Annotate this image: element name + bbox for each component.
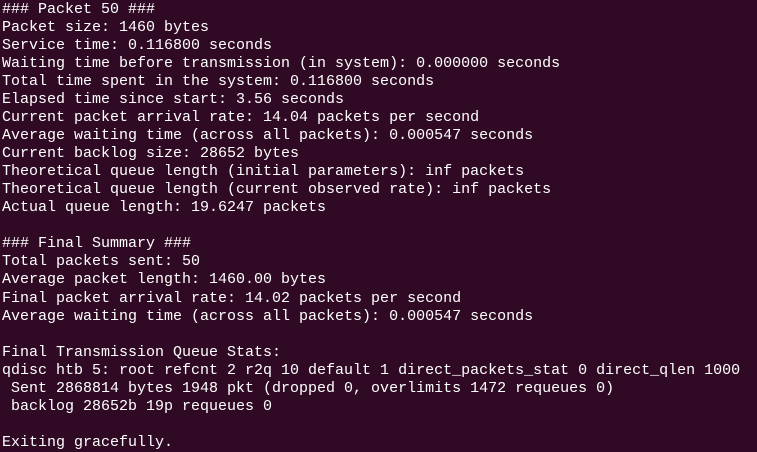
terminal-line: Exiting gracefully. [2,433,174,451]
terminal-line: Sent 2868814 bytes 1948 pkt (dropped 0, … [2,379,615,397]
terminal-line: Current packet arrival rate: 14.04 packe… [2,109,480,127]
terminal-line: Actual queue length: 19.6247 packets [2,199,327,217]
terminal-line: Packet size: 1460 bytes [2,19,210,37]
terminal-line: Service time: 0.116800 seconds [2,37,273,55]
terminal-line: Final packet arrival rate: 14.02 packets… [2,289,462,307]
terminal-line: Theoretical queue length (initial parame… [2,163,525,181]
terminal-line: Waiting time before transmission (in sys… [2,55,561,73]
terminal-line: ### Final Summary ### [2,235,192,253]
terminal-line: Total packets sent: 50 [2,253,201,271]
terminal-line: Average waiting time (across all packets… [2,127,534,145]
terminal-line: Average packet length: 1460.00 bytes [2,271,327,289]
terminal-line: Current backlog size: 28652 bytes [2,145,300,163]
terminal-line: qdisc htb 5: root refcnt 2 r2q 10 defaul… [2,361,741,379]
terminal-line: Theoretical queue length (current observ… [2,181,552,199]
terminal-output: ### Packet 50 ### Packet size: 1460 bytes… [0,0,757,452]
terminal-line: backlog 28652b 19p requeues 0 [2,397,273,415]
terminal-line: Elapsed time since start: 3.56 seconds [2,91,345,109]
terminal-line: Final Transmission Queue Stats: [2,343,282,361]
terminal-line: Total time spent in the system: 0.116800… [2,73,435,91]
terminal-line: ### Packet 50 ### [2,1,156,18]
terminal-line: Average waiting time (across all packets… [2,307,534,325]
